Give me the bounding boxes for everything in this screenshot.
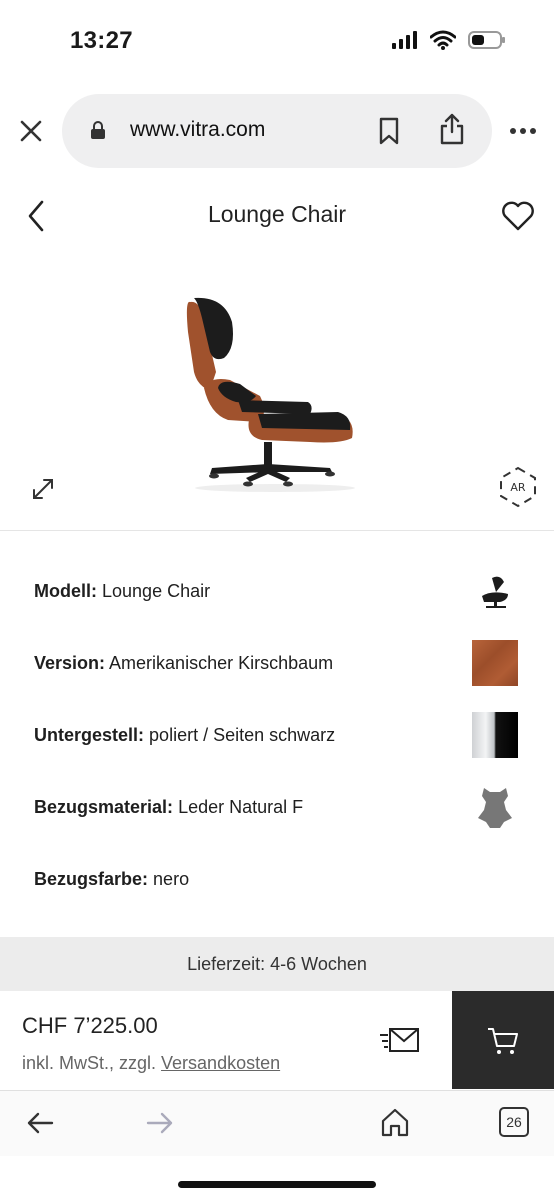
bookmark-icon[interactable] [376,116,402,146]
browser-address-row: www.vitra.com [0,94,554,168]
add-to-cart-button[interactable] [452,991,554,1089]
price-note: inkl. MwSt., zzgl. Versandkosten [22,1053,280,1074]
delivery-time-bar: Lieferzeit: 4-6 Wochen [0,937,554,991]
share-icon[interactable] [438,112,466,146]
lock-icon [91,121,105,139]
send-mail-icon[interactable] [380,1025,420,1055]
product-header: Lounge Chair [0,190,554,240]
address-bar[interactable]: www.vitra.com [62,94,492,168]
browser-toolbar: 26 [0,1090,554,1156]
config-value: nero [153,869,190,889]
ar-view-icon[interactable]: AR [498,466,538,508]
page-title: Lounge Chair [207,201,347,227]
price-bar: CHF 7’225.00 inkl. MwSt., zzgl. Versandk… [0,991,554,1089]
home-icon[interactable] [380,1107,410,1137]
config-value: poliert / Seiten schwarz [149,725,336,745]
divider [0,530,554,531]
browser-forward-icon[interactable] [146,1111,174,1135]
home-indicator [178,1181,376,1188]
battery-icon [468,31,505,49]
config-row-version[interactable]: Version: Amerikanischer Kirschbaum [0,627,554,699]
close-icon[interactable] [16,116,46,146]
status-time: 13:27 [70,27,133,54]
browser-back-icon[interactable] [26,1111,54,1135]
config-value: Lounge Chair [102,581,211,601]
config-label: Bezugsmaterial: [34,797,174,817]
chair-thumbnail-icon [482,576,508,608]
polished-black-swatch [472,712,518,758]
more-icon[interactable] [508,116,538,146]
config-value: Amerikanischer Kirschbaum [109,653,334,673]
heart-icon[interactable] [500,200,536,232]
price-amount: CHF 7’225.00 [22,1013,158,1038]
config-value: Leder Natural F [178,797,304,817]
signal-icon [392,31,417,49]
leather-icon [478,788,512,828]
config-row-bezugsfarbe[interactable]: Bezugsfarbe: nero [0,843,554,915]
status-icons [392,30,506,50]
wifi-icon [430,30,456,50]
status-bar: 13:27 [0,0,554,84]
config-row-untergestell[interactable]: Untergestell: poliert / Seiten schwarz [0,699,554,771]
product-image-area: AR [0,270,554,530]
config-label: Bezugsfarbe: [34,869,149,889]
config-row-bezugsmaterial[interactable]: Bezugsmaterial: Leder Natural F [0,771,554,843]
product-image[interactable] [180,292,370,492]
svg-text:AR: AR [510,481,526,494]
cherry-wood-swatch [472,640,518,686]
config-label: Version: [34,653,106,673]
url-text: www.vitra.com [130,118,266,141]
config-label: Untergestell: [34,725,145,745]
config-row-modell[interactable]: Modell: Lounge Chair [0,555,554,627]
tabs-button[interactable]: 26 [499,1107,529,1137]
shipping-cost-link[interactable]: Versandkosten [161,1053,280,1073]
price-note-text: inkl. MwSt., zzgl. [22,1053,162,1073]
expand-icon[interactable] [30,476,56,502]
config-label: Modell: [34,581,97,601]
cart-icon [488,1028,518,1054]
